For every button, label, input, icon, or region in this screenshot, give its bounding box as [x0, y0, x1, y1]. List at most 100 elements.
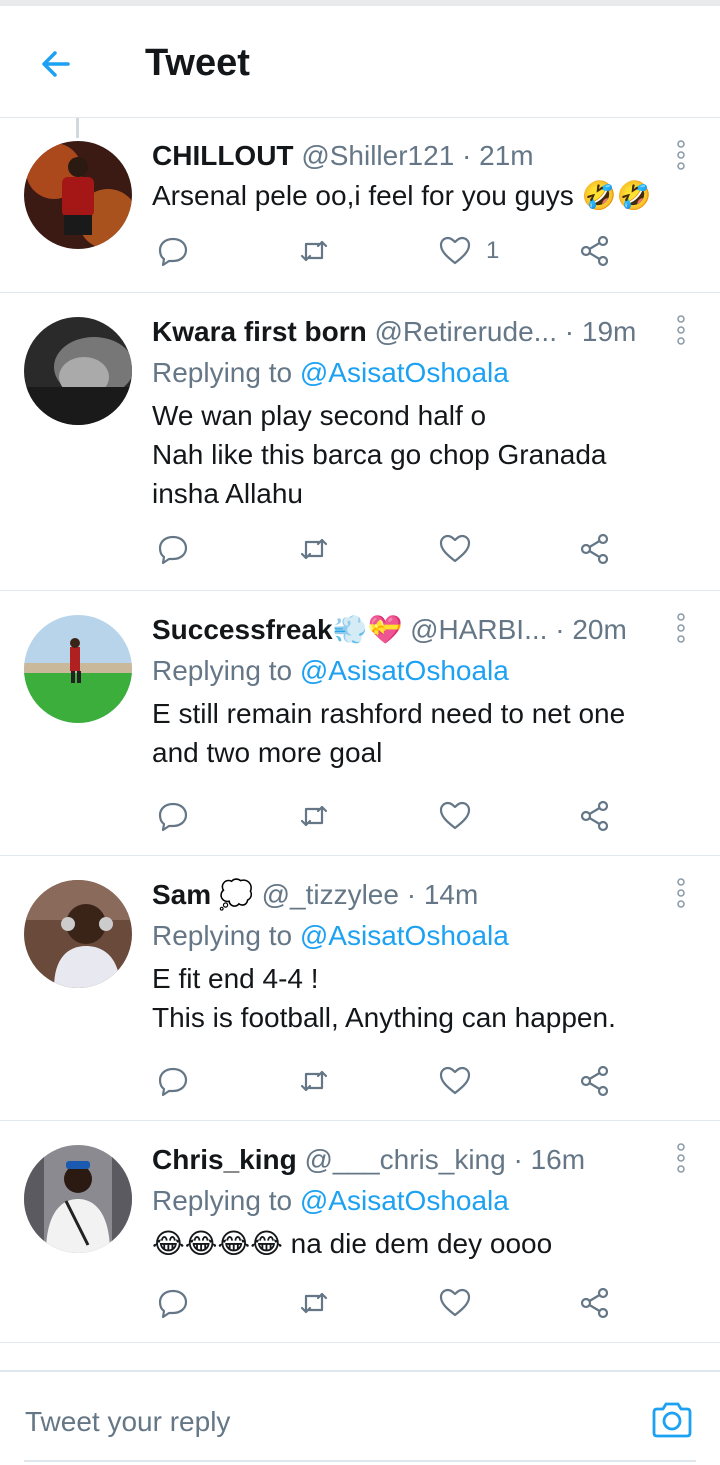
replying-label: Replying to: [152, 655, 293, 686]
avatar-image: [24, 317, 132, 425]
mention-link[interactable]: @AsisatOshoala: [300, 1185, 509, 1216]
tweet-item[interactable]: Chris_king @___chris_king · 16m Replying…: [0, 1121, 720, 1343]
display-name[interactable]: Successfreak💨💝: [152, 614, 402, 645]
tweet-item[interactable]: Sam 💭 @_tizzylee · 14m Replying to @Asis…: [0, 856, 720, 1121]
retweet-button[interactable]: [297, 529, 331, 569]
retweet-button[interactable]: [297, 1283, 331, 1323]
retweet-button[interactable]: [297, 231, 331, 271]
tweet-actions: 1: [152, 231, 622, 271]
display-name[interactable]: Kwara first born: [152, 316, 367, 347]
avatar[interactable]: [24, 141, 132, 249]
reply-input[interactable]: Tweet your reply: [25, 1406, 230, 1438]
tweet-item[interactable]: CHILLOUT @Shiller121 · 21m Arsenal pele …: [0, 118, 720, 293]
share-icon: [580, 1287, 609, 1319]
user-handle[interactable]: @___chris_king: [304, 1144, 505, 1175]
tweet-text: E fit end 4-4 ! This is football, Anythi…: [152, 963, 616, 1033]
user-handle[interactable]: @HARBI...: [410, 614, 547, 645]
avatar[interactable]: [24, 615, 132, 723]
tweet-text: E still remain rashford need to net one …: [152, 698, 626, 768]
avatar[interactable]: [24, 880, 132, 988]
like-icon: [439, 236, 471, 265]
replying-to: Replying to @AsisatOshoala: [152, 354, 660, 392]
display-name[interactable]: Chris_king: [152, 1144, 297, 1175]
reply-icon: [158, 802, 188, 832]
timestamp: · 16m: [513, 1144, 586, 1175]
more-vertical-icon[interactable]: [674, 315, 688, 345]
like-button[interactable]: [438, 529, 486, 569]
tweet-actions: [152, 529, 622, 569]
replying-label: Replying to: [152, 1185, 293, 1216]
replying-to: Replying to @AsisatOshoala: [152, 1182, 660, 1220]
tweet-header: CHILLOUT @Shiller121 · 21m: [152, 138, 660, 174]
user-handle[interactable]: @Shiller121: [301, 140, 454, 171]
reply-icon: [158, 237, 188, 267]
retweet-icon: [300, 1292, 328, 1314]
like-icon: [439, 1066, 471, 1095]
reply-composer[interactable]: Tweet your reply: [0, 1370, 720, 1465]
share-button[interactable]: [578, 529, 612, 569]
reply-button[interactable]: [156, 1061, 190, 1101]
avatar[interactable]: [24, 317, 132, 425]
top-app-bar: Tweet: [0, 6, 720, 118]
share-icon: [580, 1065, 609, 1097]
like-button[interactable]: [438, 796, 486, 836]
more-vertical-icon[interactable]: [674, 1143, 688, 1173]
display-name[interactable]: Sam 💭: [152, 879, 254, 910]
like-button[interactable]: [438, 1061, 486, 1101]
like-icon: [439, 1288, 471, 1317]
avatar-image: [24, 1145, 132, 1253]
like-button[interactable]: [438, 1283, 486, 1323]
reply-button[interactable]: [156, 1283, 190, 1323]
tweet-text: Arsenal pele oo,i feel for you guys 🤣🤣: [152, 180, 652, 211]
like-icon: [439, 534, 471, 563]
tweet-header: Successfreak💨💝 @HARBI... · 20m: [152, 612, 660, 648]
tweet-header: Kwara first born @Retirerude... · 19m: [152, 314, 660, 350]
retweet-icon: [300, 1070, 328, 1092]
share-button[interactable]: [578, 1061, 612, 1101]
reply-feed[interactable]: CHILLOUT @Shiller121 · 21m Arsenal pele …: [0, 118, 720, 1370]
avatar-image: [24, 615, 132, 723]
user-handle[interactable]: @_tizzylee: [262, 879, 399, 910]
share-button[interactable]: [578, 796, 612, 836]
like-button[interactable]: 1: [438, 231, 499, 271]
timestamp: · 20m: [555, 614, 627, 645]
mention-link[interactable]: @AsisatOshoala: [300, 357, 509, 388]
tweet-header: Sam 💭 @_tizzylee · 14m: [152, 877, 660, 913]
share-icon: [580, 533, 609, 565]
tweet-actions: [152, 796, 622, 836]
reply-button[interactable]: [156, 231, 190, 271]
share-button[interactable]: [578, 231, 612, 271]
tweet-text: 😂😂😂😂 na die dem dey oooo: [152, 1228, 553, 1259]
more-vertical-icon[interactable]: [674, 613, 688, 643]
share-button[interactable]: [578, 1283, 612, 1323]
mention-link[interactable]: @AsisatOshoala: [300, 920, 509, 951]
tweet-header: Chris_king @___chris_king · 16m: [152, 1142, 660, 1178]
tweet-item[interactable]: Successfreak💨💝 @HARBI... · 20m Replying …: [0, 591, 720, 856]
retweet-button[interactable]: [297, 796, 331, 836]
display-name[interactable]: CHILLOUT: [152, 140, 294, 171]
more-vertical-icon[interactable]: [674, 878, 688, 908]
replying-to: Replying to @AsisatOshoala: [152, 652, 660, 690]
replying-label: Replying to: [152, 357, 293, 388]
avatar-image: [24, 880, 132, 988]
share-icon: [580, 800, 609, 832]
camera-icon[interactable]: [650, 1400, 694, 1440]
retweet-button[interactable]: [297, 1061, 331, 1101]
mention-link[interactable]: @AsisatOshoala: [300, 655, 509, 686]
timestamp: · 21m: [462, 140, 534, 171]
tweet-actions: [152, 1061, 622, 1101]
back-button[interactable]: [36, 44, 76, 84]
avatar[interactable]: [24, 1145, 132, 1253]
replying-to: Replying to @AsisatOshoala: [152, 917, 660, 955]
thread-connector: [76, 118, 79, 138]
like-count: 1: [486, 237, 500, 264]
user-handle[interactable]: @Retirerude...: [374, 316, 557, 347]
tweet-item[interactable]: Kwara first born @Retirerude... · 19m Re…: [0, 293, 720, 591]
more-vertical-icon[interactable]: [674, 140, 688, 170]
reply-button[interactable]: [156, 796, 190, 836]
reply-icon: [158, 1067, 188, 1097]
tweet-actions: [152, 1283, 622, 1323]
tweet-text: We wan play second half o Nah like this …: [152, 400, 607, 509]
reply-button[interactable]: [156, 529, 190, 569]
retweet-icon: [300, 805, 328, 827]
